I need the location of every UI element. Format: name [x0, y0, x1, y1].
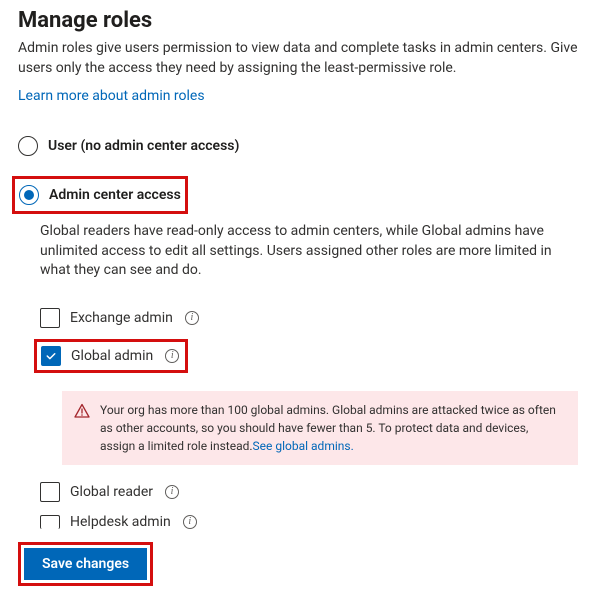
global-admin-label: Global admin: [71, 348, 153, 364]
checkbox-helpdesk-admin[interactable]: Helpdesk admin i: [40, 511, 578, 533]
radio-user-no-access[interactable]: User (no admin center access): [18, 132, 578, 160]
info-icon[interactable]: i: [165, 349, 179, 363]
save-changes-button[interactable]: Save changes: [24, 548, 147, 580]
radio-admin-center-access[interactable]: Admin center access: [19, 181, 181, 209]
info-icon[interactable]: i: [165, 485, 179, 499]
helpdesk-admin-label: Helpdesk admin: [70, 514, 171, 530]
radio-admin-label: Admin center access: [49, 187, 181, 203]
learn-more-link[interactable]: Learn more about admin roles: [18, 88, 205, 104]
radio-unselected-icon: [18, 136, 38, 156]
warning-banner: Your org has more than 100 global admins…: [62, 391, 578, 465]
checkbox-exchange-admin[interactable]: Exchange admin i: [40, 305, 578, 331]
page-description: Admin roles give users permission to vie…: [18, 39, 578, 78]
checkbox-unchecked-icon: [40, 482, 60, 502]
checkbox-unchecked-icon: [40, 308, 60, 328]
checkbox-checked-icon: [41, 346, 61, 366]
exchange-admin-label: Exchange admin: [70, 310, 173, 326]
info-icon[interactable]: i: [183, 515, 197, 529]
checkbox-unchecked-icon: [40, 515, 60, 529]
checkbox-global-admin[interactable]: Global admin i: [41, 346, 179, 366]
check-icon: [45, 350, 57, 362]
admin-access-description: Global readers have read-only access to …: [40, 222, 578, 281]
radio-selected-icon: [19, 185, 39, 205]
radio-user-label: User (no admin center access): [48, 138, 239, 154]
info-icon[interactable]: i: [185, 311, 199, 325]
global-reader-label: Global reader: [70, 484, 153, 500]
see-global-admins-link[interactable]: See global admins.: [253, 439, 354, 453]
warning-icon: [74, 403, 90, 419]
checkbox-global-reader[interactable]: Global reader i: [40, 479, 578, 505]
page-title: Manage roles: [18, 8, 578, 33]
